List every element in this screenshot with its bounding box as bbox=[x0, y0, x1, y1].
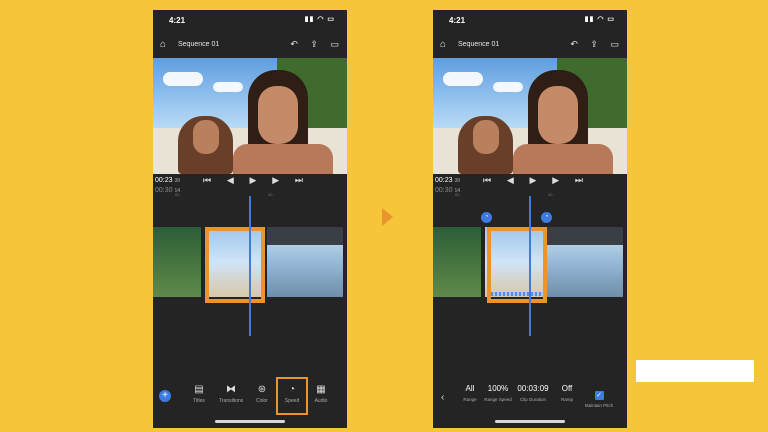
sequence-title: Sequence 01 bbox=[458, 41, 500, 48]
skip-start-icon[interactable]: ⏮ bbox=[483, 175, 491, 186]
header: ⌂ Sequence 01 ↶ ⇪ ▭ bbox=[433, 36, 627, 56]
home-indicator bbox=[495, 420, 565, 423]
current-frames: 38 bbox=[454, 178, 461, 184]
tool-audio[interactable]: ▦ Audio bbox=[309, 384, 333, 404]
color-icon: ⊛ bbox=[257, 384, 267, 395]
option-ramp[interactable]: Off Ramp bbox=[550, 384, 584, 403]
option-range-speed[interactable]: 100% Range Speed bbox=[481, 384, 515, 403]
current-timecode: 00:23 bbox=[435, 177, 453, 184]
share-icon[interactable]: ⇪ bbox=[310, 39, 318, 49]
transport-controls: ⏮ ◀︎ ▶ ▶︎ ⏭ bbox=[483, 175, 583, 186]
video-preview[interactable] bbox=[433, 58, 627, 174]
clip-1[interactable] bbox=[153, 227, 201, 297]
signal-wifi-battery-icon: ▮▮ ◠ ▭ bbox=[304, 16, 335, 23]
audio-icon: ▦ bbox=[316, 384, 326, 395]
skip-start-icon[interactable]: ⏮ bbox=[203, 175, 211, 186]
home-icon[interactable]: ⌂ bbox=[440, 39, 446, 50]
comment-icon[interactable]: ▭ bbox=[330, 39, 339, 49]
white-overlay-box bbox=[636, 360, 754, 382]
undo-icon[interactable]: ↶ bbox=[570, 39, 578, 49]
home-icon[interactable]: ⌂ bbox=[160, 39, 166, 50]
status-bar: 4:21 ▮▮ ◠ ▭ bbox=[153, 10, 347, 34]
step-back-icon[interactable]: ◀︎ bbox=[507, 175, 514, 186]
header: ⌂ Sequence 01 ↶ ⇪ ▭ bbox=[153, 36, 347, 56]
step-forward-icon[interactable]: ▶︎ bbox=[552, 175, 559, 186]
tool-transitions[interactable]: ⧓ Transitions bbox=[219, 384, 243, 404]
clip-3[interactable] bbox=[267, 227, 343, 297]
current-frames: 38 bbox=[174, 178, 181, 184]
add-button[interactable]: + bbox=[159, 390, 171, 402]
step-forward-icon[interactable]: ▶︎ bbox=[272, 175, 279, 186]
step-back-icon[interactable]: ◀︎ bbox=[227, 175, 234, 186]
play-icon[interactable]: ▶ bbox=[530, 175, 537, 186]
titles-icon: ▤ bbox=[194, 384, 204, 395]
status-bar: 4:21 ▮▮ ◠ ▭ bbox=[433, 10, 627, 34]
speed-range-indicator bbox=[491, 292, 543, 296]
undo-icon[interactable]: ↶ bbox=[290, 39, 298, 49]
skip-end-icon[interactable]: ⏭ bbox=[295, 175, 303, 186]
option-maintain-pitch[interactable]: ✓ Maintain Pitch bbox=[582, 384, 616, 409]
phone-left: 4:21 ▮▮ ◠ ▭ ⌂ Sequence 01 ↶ ⇪ ▭ 00:23 38… bbox=[153, 10, 347, 428]
speed-options-bar: ‹ All Range 100% Range Speed 00:03:09 Cl… bbox=[433, 378, 627, 418]
transport-controls: ⏮ ◀︎ ▶ ▶︎ ⏭ bbox=[203, 175, 303, 186]
tool-color[interactable]: ⊛ Color bbox=[250, 384, 274, 404]
play-icon[interactable]: ▶ bbox=[250, 175, 257, 186]
checkbox-checked-icon[interactable]: ✓ bbox=[594, 391, 604, 400]
tool-titles[interactable]: ▤ Titles bbox=[187, 384, 211, 404]
playhead[interactable] bbox=[249, 196, 251, 336]
selected-clip-outline[interactable] bbox=[205, 227, 265, 303]
bottom-toolbar: + ▤ Titles ⧓ Transitions ⊛ Color ◔ Speed ▦ Au… bbox=[153, 378, 347, 418]
clip-1[interactable] bbox=[433, 227, 481, 297]
playhead[interactable] bbox=[529, 196, 531, 336]
clip-3[interactable] bbox=[547, 227, 623, 297]
video-preview[interactable] bbox=[153, 58, 347, 174]
skip-end-icon[interactable]: ⏭ bbox=[575, 175, 583, 186]
current-timecode: 00:23 bbox=[155, 177, 173, 184]
range-start-handle[interactable]: ◔ bbox=[481, 212, 492, 223]
back-chevron-icon[interactable]: ‹ bbox=[441, 392, 444, 403]
sequence-title: Sequence 01 bbox=[178, 41, 220, 48]
share-icon[interactable]: ⇪ bbox=[590, 39, 598, 49]
signal-wifi-battery-icon: ▮▮ ◠ ▭ bbox=[584, 16, 615, 23]
speed-tool-highlight bbox=[276, 377, 308, 415]
comment-icon[interactable]: ▭ bbox=[610, 39, 619, 49]
transitions-icon: ⧓ bbox=[226, 384, 236, 395]
option-clip-duration[interactable]: 00:03:09 Clip Duration bbox=[516, 384, 550, 403]
home-indicator bbox=[215, 420, 285, 423]
status-time: 4:21 bbox=[449, 16, 466, 25]
status-time: 4:21 bbox=[169, 16, 186, 25]
arrow-icon bbox=[382, 208, 393, 226]
phone-right: 4:21 ▮▮ ◠ ▭ ⌂ Sequence 01 ↶ ⇪ ▭ 00:23 38… bbox=[433, 10, 627, 428]
range-end-handle[interactable]: ◔ bbox=[541, 212, 552, 223]
